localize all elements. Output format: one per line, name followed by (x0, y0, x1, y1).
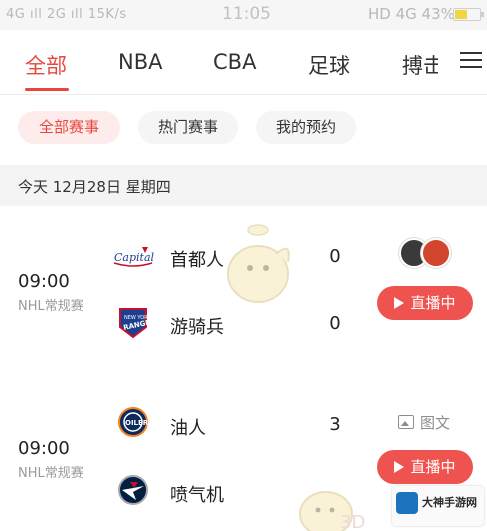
live-button-label: 直播中 (410, 294, 456, 312)
home-team-name: 首都人 (170, 250, 224, 271)
live-button[interactable]: 直播中 (377, 450, 473, 484)
graphic-text-link[interactable]: 图文 (398, 412, 450, 433)
capitals-logo-icon: Capitals (113, 247, 154, 267)
filter-bar: 全部赛事 热门赛事 我的预约 (0, 95, 487, 163)
tab-cba[interactable]: CBA (213, 50, 256, 74)
active-tab-indicator (25, 88, 69, 91)
tab-nba[interactable]: NBA (118, 50, 162, 74)
avatar (421, 238, 451, 268)
date-label: 今天 12月28日 星期四 (18, 178, 171, 196)
home-team-name: 油人 (170, 418, 206, 439)
away-team-name: 喷气机 (170, 485, 224, 506)
play-icon (394, 297, 405, 309)
filter-hot-events[interactable]: 热门赛事 (138, 111, 238, 144)
graphic-text-label: 图文 (420, 414, 451, 432)
status-bar: 4G ıll 2G ıll 15K/s 11:05 HD 4G 43% (0, 0, 487, 30)
jets-logo-icon (118, 475, 148, 505)
filter-my-reservations[interactable]: 我的预约 (256, 111, 356, 144)
match-card[interactable]: 09:00 NHL常规赛 Capitals 首都人 0 NEW YORK RAN… (0, 207, 487, 387)
away-team-name: 游骑兵 (170, 317, 224, 338)
match-time: 09:00 (18, 438, 70, 459)
svg-text:OILERS: OILERS (125, 419, 153, 427)
commentator-avatars (399, 238, 455, 268)
svg-text:Capitals: Capitals (114, 251, 154, 264)
live-button-label: 直播中 (410, 458, 456, 476)
menu-icon[interactable] (460, 52, 482, 70)
match-league: NHL常规赛 (18, 466, 84, 481)
watermark-text: 大神手游网 (422, 496, 477, 509)
category-tabs: 全部 NBA CBA 足球 搏击 (0, 30, 487, 95)
match-time: 09:00 (18, 271, 70, 292)
tab-all[interactable]: 全部 (25, 50, 67, 80)
match-league: NHL常规赛 (18, 299, 84, 314)
site-logo-icon (396, 492, 418, 514)
clock: 11:05 (222, 4, 271, 24)
rangers-logo-icon: NEW YORK RANGERS (119, 308, 154, 339)
network-battery-text: HD 4G 43% (368, 5, 455, 23)
filter-all-events[interactable]: 全部赛事 (18, 111, 120, 144)
image-icon (398, 415, 414, 429)
tab-combat[interactable]: 搏击 (402, 50, 438, 80)
site-watermark: 大神手游网 (392, 486, 484, 526)
date-header: 今天 12月28日 星期四 (0, 165, 487, 206)
play-icon (394, 461, 405, 473)
live-button[interactable]: 直播中 (377, 286, 473, 320)
signal-indicators: 4G ıll 2G ıll 15K/s (6, 7, 127, 22)
battery-icon (453, 8, 484, 21)
tab-football[interactable]: 足球 (308, 50, 350, 80)
home-team-score: 0 (329, 246, 341, 267)
away-team-score: 0 (329, 313, 341, 334)
home-team-score: 3 (329, 414, 341, 435)
oilers-logo-icon: OILERS (118, 407, 153, 437)
